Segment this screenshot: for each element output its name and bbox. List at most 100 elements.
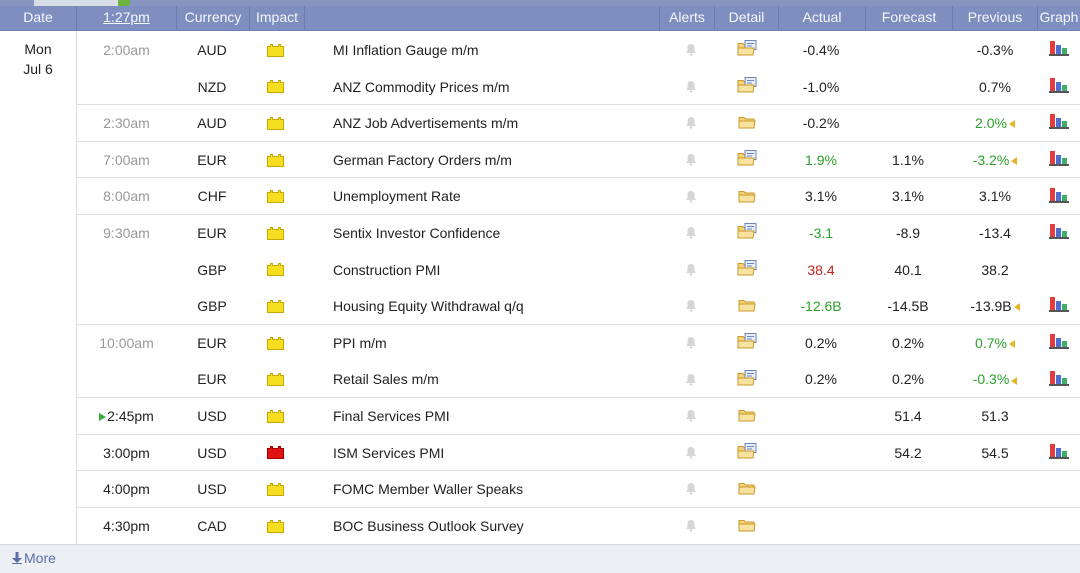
event-row[interactable]: 2:00am AUD MI Inflation Gauge m/m -0.4% -0.3… [77, 31, 1080, 69]
bell-icon[interactable] [685, 436, 697, 472]
bell-icon[interactable] [685, 106, 697, 142]
event-detail[interactable] [715, 32, 778, 68]
event-detail[interactable] [715, 325, 778, 361]
folder-report-icon[interactable] [737, 436, 757, 472]
bell-icon[interactable] [685, 326, 697, 362]
event-graph[interactable] [1038, 288, 1080, 324]
event-row[interactable]: 3:00pm USD ISM Services PMI 54.2 54.5 [77, 433, 1080, 472]
header-time-link[interactable]: 1:27pm [77, 6, 176, 30]
event-alert[interactable] [667, 435, 715, 471]
event-alert[interactable] [667, 288, 715, 324]
event-row[interactable]: EUR Retail Sales m/m 0.2% 0.2% -0.3% [77, 360, 1080, 398]
folder-report-icon[interactable] [737, 363, 757, 399]
bell-icon[interactable] [685, 472, 697, 508]
event-alert[interactable] [667, 508, 715, 544]
event-graph[interactable] [1038, 325, 1080, 361]
folder-report-icon[interactable] [737, 216, 757, 252]
event-graph[interactable] [1038, 252, 1080, 288]
event-title[interactable]: German Factory Orders m/m [333, 142, 663, 178]
event-title[interactable]: Construction PMI [333, 252, 663, 288]
folder-report-icon[interactable] [737, 326, 757, 362]
event-row[interactable]: 4:30pm CAD BOC Business Outlook Survey [77, 506, 1080, 545]
event-row[interactable]: 4:00pm USD FOMC Member Waller Speaks [77, 470, 1080, 508]
event-graph[interactable] [1038, 178, 1080, 214]
event-alert[interactable] [667, 471, 715, 507]
event-graph[interactable] [1038, 142, 1080, 178]
bar-chart-icon[interactable] [1049, 33, 1069, 69]
bar-chart-icon[interactable] [1049, 326, 1069, 362]
bell-icon[interactable] [685, 70, 697, 106]
bar-chart-icon[interactable] [1049, 70, 1069, 106]
event-alert[interactable] [667, 361, 715, 397]
event-detail[interactable] [715, 398, 778, 434]
folder-icon[interactable] [738, 180, 756, 216]
event-graph[interactable] [1038, 508, 1080, 544]
bar-chart-icon[interactable] [1049, 106, 1069, 142]
event-alert[interactable] [667, 398, 715, 434]
event-title[interactable]: Final Services PMI [333, 398, 663, 434]
event-alert[interactable] [667, 325, 715, 361]
event-alert[interactable] [667, 252, 715, 288]
event-row[interactable]: 7:00am EUR German Factory Orders m/m 1.9% 1.… [77, 140, 1080, 179]
event-row[interactable]: 2:45pm USD Final Services PMI 51.4 51.3 [77, 397, 1080, 435]
event-title[interactable]: ISM Services PMI [333, 435, 663, 471]
folder-icon[interactable] [738, 289, 756, 325]
event-title[interactable]: ANZ Job Advertisements m/m [333, 105, 663, 141]
event-detail[interactable] [715, 435, 778, 471]
event-alert[interactable] [667, 142, 715, 178]
event-detail[interactable] [715, 471, 778, 507]
event-graph[interactable] [1038, 215, 1080, 251]
folder-icon[interactable] [738, 399, 756, 435]
revised-marker-icon[interactable] [1011, 376, 1018, 385]
event-row[interactable]: 2:30am AUD ANZ Job Advertisements m/m -0.2%… [77, 104, 1080, 142]
revised-marker-icon[interactable] [1008, 340, 1015, 349]
event-detail[interactable] [715, 508, 778, 544]
event-row[interactable]: 10:00am EUR PPI m/m 0.2% 0.2% 0.7% [77, 323, 1080, 362]
bell-icon[interactable] [685, 33, 697, 69]
event-detail[interactable] [715, 178, 778, 214]
event-detail[interactable] [715, 252, 778, 288]
event-row[interactable]: 9:30am EUR Sentix Investor Confidence -3.1 -… [77, 214, 1080, 252]
event-title[interactable]: BOC Business Outlook Survey [333, 508, 663, 544]
event-detail[interactable] [715, 288, 778, 324]
bar-chart-icon[interactable] [1049, 289, 1069, 325]
revised-marker-icon[interactable] [1013, 303, 1020, 312]
bar-chart-icon[interactable] [1049, 216, 1069, 252]
bell-icon[interactable] [685, 143, 697, 179]
event-detail[interactable] [715, 142, 778, 178]
event-graph[interactable] [1038, 361, 1080, 397]
event-title[interactable]: PPI m/m [333, 325, 663, 361]
bell-icon[interactable] [685, 363, 697, 399]
event-alert[interactable] [667, 178, 715, 214]
bell-icon[interactable] [685, 289, 697, 325]
event-alert[interactable] [667, 105, 715, 141]
folder-icon[interactable] [738, 106, 756, 142]
folder-report-icon[interactable] [737, 33, 757, 69]
event-title[interactable]: MI Inflation Gauge m/m [333, 32, 663, 68]
event-title[interactable]: Sentix Investor Confidence [333, 215, 663, 251]
bar-chart-icon[interactable] [1049, 180, 1069, 216]
event-alert[interactable] [667, 32, 715, 68]
event-title[interactable]: Retail Sales m/m [333, 361, 663, 397]
bar-chart-icon[interactable] [1049, 143, 1069, 179]
event-graph[interactable] [1038, 105, 1080, 141]
event-row[interactable]: 8:00am CHF Unemployment Rate 3.1% 3.1% 3.1% [77, 177, 1080, 215]
event-row[interactable]: GBP Construction PMI 38.4 40.1 38.2 [77, 251, 1080, 289]
event-row[interactable]: GBP Housing Equity Withdrawal q/q -12.6B -1… [77, 287, 1080, 325]
event-detail[interactable] [715, 69, 778, 105]
revised-marker-icon[interactable] [1008, 120, 1015, 129]
event-detail[interactable] [715, 105, 778, 141]
folder-report-icon[interactable] [737, 143, 757, 179]
event-title[interactable]: Housing Equity Withdrawal q/q [333, 288, 663, 324]
bell-icon[interactable] [685, 216, 697, 252]
folder-icon[interactable] [738, 509, 756, 545]
folder-icon[interactable] [738, 472, 756, 508]
event-detail[interactable] [715, 215, 778, 251]
event-row[interactable]: NZD ANZ Commodity Prices m/m -1.0% 0.7% [77, 68, 1080, 106]
event-graph[interactable] [1038, 32, 1080, 68]
event-graph[interactable] [1038, 69, 1080, 105]
event-graph[interactable] [1038, 435, 1080, 471]
revised-marker-icon[interactable] [1011, 157, 1018, 166]
event-graph[interactable] [1038, 398, 1080, 434]
folder-report-icon[interactable] [737, 70, 757, 106]
